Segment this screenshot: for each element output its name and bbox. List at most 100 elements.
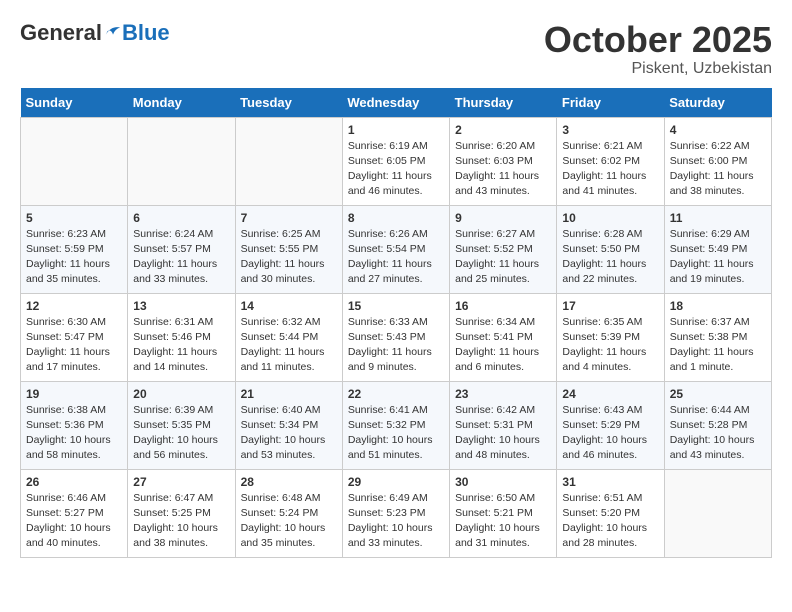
calendar-cell: 24 Sunrise: 6:43 AM Sunset: 5:29 PM Dayli… bbox=[557, 381, 664, 469]
day-info: Sunrise: 6:44 AM Sunset: 5:28 PM Dayligh… bbox=[670, 403, 766, 464]
col-header-tuesday: Tuesday bbox=[235, 88, 342, 118]
calendar-cell: 11 Sunrise: 6:29 AM Sunset: 5:49 PM Dayli… bbox=[664, 205, 771, 293]
day-number: 11 bbox=[670, 211, 766, 225]
day-number: 18 bbox=[670, 299, 766, 313]
day-number: 27 bbox=[133, 475, 229, 489]
calendar-cell: 1 Sunrise: 6:19 AM Sunset: 6:05 PM Daylig… bbox=[342, 117, 449, 205]
day-number: 21 bbox=[241, 387, 337, 401]
day-info: Sunrise: 6:41 AM Sunset: 5:32 PM Dayligh… bbox=[348, 403, 444, 464]
logo-general: General bbox=[20, 20, 102, 45]
calendar-week-row: 12Sunrise: 6:30 AM Sunset: 5:47 PM Dayli… bbox=[21, 293, 772, 381]
calendar-week-row: 26 Sunrise: 6:46 AM Sunset: 5:27 PM Dayli… bbox=[21, 469, 772, 557]
day-number: 25 bbox=[670, 387, 766, 401]
calendar-cell: 30 Sunrise: 6:50 AM Sunset: 5:21 PM Dayli… bbox=[450, 469, 557, 557]
day-info: Sunrise: 6:22 AM Sunset: 6:00 PM Dayligh… bbox=[670, 139, 766, 200]
day-number: 28 bbox=[241, 475, 337, 489]
calendar-cell: 7 Sunrise: 6:25 AM Sunset: 5:55 PM Daylig… bbox=[235, 205, 342, 293]
day-info: Sunrise: 6:47 AM Sunset: 5:25 PM Dayligh… bbox=[133, 491, 229, 552]
day-info: Sunrise: 6:39 AM Sunset: 5:35 PM Dayligh… bbox=[133, 403, 229, 464]
calendar-cell: 18 Sunrise: 6:37 AM Sunset: 5:38 PM Dayli… bbox=[664, 293, 771, 381]
calendar-cell bbox=[21, 117, 128, 205]
calendar-cell: 4 Sunrise: 6:22 AM Sunset: 6:00 PM Daylig… bbox=[664, 117, 771, 205]
calendar-cell: 14Sunrise: 6:32 AM Sunset: 5:44 PM Dayli… bbox=[235, 293, 342, 381]
day-number: 19 bbox=[26, 387, 122, 401]
day-info: Sunrise: 6:51 AM Sunset: 5:20 PM Dayligh… bbox=[562, 491, 658, 552]
day-number: 13 bbox=[133, 299, 229, 313]
day-info: Sunrise: 6:28 AM Sunset: 5:50 PM Dayligh… bbox=[562, 227, 658, 288]
day-number: 2 bbox=[455, 123, 551, 137]
day-info: Sunrise: 6:38 AM Sunset: 5:36 PM Dayligh… bbox=[26, 403, 122, 464]
col-header-wednesday: Wednesday bbox=[342, 88, 449, 118]
calendar-header-row: SundayMondayTuesdayWednesdayThursdayFrid… bbox=[21, 88, 772, 118]
calendar-cell: 27 Sunrise: 6:47 AM Sunset: 5:25 PM Dayli… bbox=[128, 469, 235, 557]
calendar-cell: 22 Sunrise: 6:41 AM Sunset: 5:32 PM Dayli… bbox=[342, 381, 449, 469]
day-number: 14 bbox=[241, 299, 337, 313]
logo: General Blue bbox=[20, 20, 170, 46]
calendar-cell: 2 Sunrise: 6:20 AM Sunset: 6:03 PM Daylig… bbox=[450, 117, 557, 205]
calendar-cell: 3 Sunrise: 6:21 AM Sunset: 6:02 PM Daylig… bbox=[557, 117, 664, 205]
col-header-saturday: Saturday bbox=[664, 88, 771, 118]
calendar-cell bbox=[235, 117, 342, 205]
day-info: Sunrise: 6:26 AM Sunset: 5:54 PM Dayligh… bbox=[348, 227, 444, 288]
day-info: Sunrise: 6:43 AM Sunset: 5:29 PM Dayligh… bbox=[562, 403, 658, 464]
month-title: October 2025 bbox=[544, 20, 772, 60]
col-header-friday: Friday bbox=[557, 88, 664, 118]
calendar-cell: 9 Sunrise: 6:27 AM Sunset: 5:52 PM Daylig… bbox=[450, 205, 557, 293]
location-subtitle: Piskent, Uzbekistan bbox=[544, 60, 772, 78]
day-info: Sunrise: 6:48 AM Sunset: 5:24 PM Dayligh… bbox=[241, 491, 337, 552]
calendar-cell: 28 Sunrise: 6:48 AM Sunset: 5:24 PM Dayli… bbox=[235, 469, 342, 557]
day-number: 7 bbox=[241, 211, 337, 225]
day-info: Sunrise: 6:42 AM Sunset: 5:31 PM Dayligh… bbox=[455, 403, 551, 464]
day-info: Sunrise: 6:46 AM Sunset: 5:27 PM Dayligh… bbox=[26, 491, 122, 552]
calendar-cell: 8 Sunrise: 6:26 AM Sunset: 5:54 PM Daylig… bbox=[342, 205, 449, 293]
day-number: 10 bbox=[562, 211, 658, 225]
day-info: Sunrise: 6:33 AM Sunset: 5:43 PM Dayligh… bbox=[348, 315, 444, 376]
day-info: Sunrise: 6:21 AM Sunset: 6:02 PM Dayligh… bbox=[562, 139, 658, 200]
calendar-cell: 21Sunrise: 6:40 AM Sunset: 5:34 PM Dayli… bbox=[235, 381, 342, 469]
logo-bird-icon bbox=[104, 22, 122, 40]
day-number: 6 bbox=[133, 211, 229, 225]
day-info: Sunrise: 6:31 AM Sunset: 5:46 PM Dayligh… bbox=[133, 315, 229, 376]
day-number: 30 bbox=[455, 475, 551, 489]
day-info: Sunrise: 6:29 AM Sunset: 5:49 PM Dayligh… bbox=[670, 227, 766, 288]
calendar-cell: 26 Sunrise: 6:46 AM Sunset: 5:27 PM Dayli… bbox=[21, 469, 128, 557]
day-number: 4 bbox=[670, 123, 766, 137]
calendar-week-row: 19 Sunrise: 6:38 AM Sunset: 5:36 PM Dayli… bbox=[21, 381, 772, 469]
day-number: 16 bbox=[455, 299, 551, 313]
calendar-cell: 17 Sunrise: 6:35 AM Sunset: 5:39 PM Dayli… bbox=[557, 293, 664, 381]
day-info: Sunrise: 6:37 AM Sunset: 5:38 PM Dayligh… bbox=[670, 315, 766, 376]
calendar-table: SundayMondayTuesdayWednesdayThursdayFrid… bbox=[20, 88, 772, 558]
day-number: 20 bbox=[133, 387, 229, 401]
page-header: General Blue October 2025 Piskent, Uzbek… bbox=[20, 20, 772, 78]
day-number: 9 bbox=[455, 211, 551, 225]
calendar-cell: 19 Sunrise: 6:38 AM Sunset: 5:36 PM Dayli… bbox=[21, 381, 128, 469]
day-info: Sunrise: 6:25 AM Sunset: 5:55 PM Dayligh… bbox=[241, 227, 337, 288]
day-number: 3 bbox=[562, 123, 658, 137]
day-info: Sunrise: 6:19 AM Sunset: 6:05 PM Dayligh… bbox=[348, 139, 444, 200]
calendar-cell bbox=[664, 469, 771, 557]
day-info: Sunrise: 6:27 AM Sunset: 5:52 PM Dayligh… bbox=[455, 227, 551, 288]
day-number: 8 bbox=[348, 211, 444, 225]
day-number: 22 bbox=[348, 387, 444, 401]
calendar-cell: 13 Sunrise: 6:31 AM Sunset: 5:46 PM Dayli… bbox=[128, 293, 235, 381]
day-number: 17 bbox=[562, 299, 658, 313]
calendar-week-row: 5Sunrise: 6:23 AM Sunset: 5:59 PM Daylig… bbox=[21, 205, 772, 293]
day-info: Sunrise: 6:24 AM Sunset: 5:57 PM Dayligh… bbox=[133, 227, 229, 288]
day-number: 23 bbox=[455, 387, 551, 401]
day-info: Sunrise: 6:35 AM Sunset: 5:39 PM Dayligh… bbox=[562, 315, 658, 376]
day-number: 24 bbox=[562, 387, 658, 401]
calendar-cell: 10 Sunrise: 6:28 AM Sunset: 5:50 PM Dayli… bbox=[557, 205, 664, 293]
day-number: 1 bbox=[348, 123, 444, 137]
calendar-cell: 31 Sunrise: 6:51 AM Sunset: 5:20 PM Dayli… bbox=[557, 469, 664, 557]
calendar-cell: 29Sunrise: 6:49 AM Sunset: 5:23 PM Dayli… bbox=[342, 469, 449, 557]
day-info: Sunrise: 6:20 AM Sunset: 6:03 PM Dayligh… bbox=[455, 139, 551, 200]
day-number: 29 bbox=[348, 475, 444, 489]
calendar-cell: 16Sunrise: 6:34 AM Sunset: 5:41 PM Dayli… bbox=[450, 293, 557, 381]
day-info: Sunrise: 6:50 AM Sunset: 5:21 PM Dayligh… bbox=[455, 491, 551, 552]
day-number: 26 bbox=[26, 475, 122, 489]
day-info: Sunrise: 6:30 AM Sunset: 5:47 PM Dayligh… bbox=[26, 315, 122, 376]
calendar-week-row: 1 Sunrise: 6:19 AM Sunset: 6:05 PM Daylig… bbox=[21, 117, 772, 205]
day-number: 15 bbox=[348, 299, 444, 313]
calendar-cell: 23 Sunrise: 6:42 AM Sunset: 5:31 PM Dayli… bbox=[450, 381, 557, 469]
day-number: 31 bbox=[562, 475, 658, 489]
